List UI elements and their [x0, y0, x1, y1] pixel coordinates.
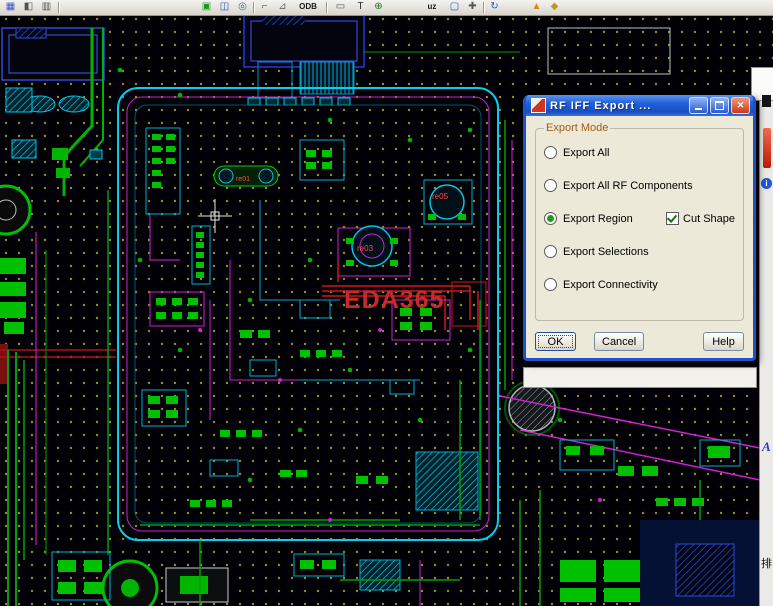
export-all-label[interactable]: Export All: [563, 147, 609, 159]
cut-shape-checkbox[interactable]: [666, 212, 679, 225]
fit-view-icon[interactable]: ▢: [446, 0, 463, 14]
ok-button[interactable]: OK: [535, 332, 576, 351]
watermark-text: EDA365: [344, 286, 445, 314]
maximize-button[interactable]: [710, 97, 729, 114]
rf-iff-export-dialog: RF IFF Export ... Export Mode Export All…: [523, 95, 756, 361]
option-row-export-all-rf: Export All RF Components: [544, 169, 735, 202]
export-region-label[interactable]: Export Region: [563, 213, 633, 225]
export-selections-label[interactable]: Export Selections: [563, 246, 649, 258]
help-button[interactable]: Help: [703, 332, 744, 351]
red-bookmark-icon[interactable]: [763, 128, 771, 168]
export-selections-radio[interactable]: [544, 245, 557, 258]
text-tool-icon[interactable]: T: [352, 0, 369, 14]
dialog-title: RF IFF Export ...: [550, 100, 687, 112]
cancel-button[interactable]: Cancel: [594, 332, 644, 351]
cut-shape-option: Cut Shape: [666, 212, 735, 225]
option-row-export-connectivity: Export Connectivity: [544, 268, 735, 301]
minimize-icon: [695, 108, 702, 110]
cjk-panel-label: 排: [761, 555, 772, 571]
export-region-radio[interactable]: [544, 212, 557, 225]
uz-icon[interactable]: uz: [420, 0, 444, 14]
zoom-in-icon[interactable]: ⊕: [370, 0, 387, 14]
toolbar-separator: [253, 2, 255, 13]
text-style-icon[interactable]: A: [762, 439, 771, 455]
split-view-icon[interactable]: ◧: [20, 0, 37, 14]
dialog-button-row: OK Cancel Help: [535, 332, 744, 351]
cut-shape-label[interactable]: Cut Shape: [683, 213, 735, 225]
export-all-rf-label[interactable]: Export All RF Components: [563, 180, 693, 192]
layers-icon[interactable]: ◫: [216, 0, 233, 14]
gem-icon[interactable]: ◆: [546, 0, 563, 14]
dock-panel-icon[interactable]: ▥: [38, 0, 55, 14]
component-icon[interactable]: ▣: [198, 0, 215, 14]
dialog-titlebar[interactable]: RF IFF Export ...: [526, 95, 753, 116]
right-dock-panel: i A 排: [759, 67, 773, 606]
dialog-body: Export Mode Export All Export All RF Com…: [526, 116, 753, 358]
measure-icon[interactable]: ⊿: [274, 0, 291, 14]
minimize-button[interactable]: [689, 97, 708, 114]
top-toolbar: ▦ ◧ ▥ ▣ ◫ ◎ ⌐ ⊿ ODB ▭ T ⊕ uz ▢ ✚ ↻ ▲ ◆: [0, 0, 773, 16]
toolbar-separator: [483, 2, 485, 13]
export-connectivity-radio[interactable]: [544, 278, 557, 291]
dock-grip-icon[interactable]: [762, 95, 771, 107]
warning-icon[interactable]: ▲: [528, 0, 545, 14]
route-icon[interactable]: ⌐: [256, 0, 273, 14]
maximize-icon: [715, 101, 724, 110]
export-connectivity-label[interactable]: Export Connectivity: [563, 279, 658, 291]
odb-export-icon[interactable]: ODB: [296, 0, 320, 14]
export-all-radio[interactable]: [544, 146, 557, 159]
toolbar-separator: [58, 2, 60, 13]
option-row-export-selections: Export Selections: [544, 235, 735, 268]
background-window-edge: [523, 367, 757, 388]
toolbar-separator: [326, 2, 328, 13]
via-icon[interactable]: ◎: [234, 0, 251, 14]
info-icon[interactable]: i: [761, 178, 772, 189]
polygon-icon[interactable]: ▭: [332, 0, 349, 14]
app-window-icon[interactable]: ▦: [2, 0, 19, 14]
component-label-re05: re05: [432, 192, 449, 201]
component-label-re01: re01: [236, 176, 250, 183]
refresh-icon[interactable]: ↻: [486, 0, 503, 14]
pan-icon[interactable]: ✚: [464, 0, 481, 14]
option-row-export-all: Export All: [544, 136, 735, 169]
export-mode-group: Export Mode Export All Export All RF Com…: [535, 122, 744, 321]
pcb-editor-window: re01 re03 re05 EDA365 ▦ ◧ ▥ ▣ ◫ ◎ ⌐ ⊿ OD…: [0, 0, 773, 606]
export-mode-label: Export Mode: [544, 122, 610, 134]
option-row-export-region: Export Region Cut Shape: [544, 202, 735, 235]
component-label-re03: re03: [357, 244, 374, 253]
close-button[interactable]: [731, 97, 750, 114]
export-all-rf-radio[interactable]: [544, 179, 557, 192]
dialog-icon: [531, 98, 546, 113]
